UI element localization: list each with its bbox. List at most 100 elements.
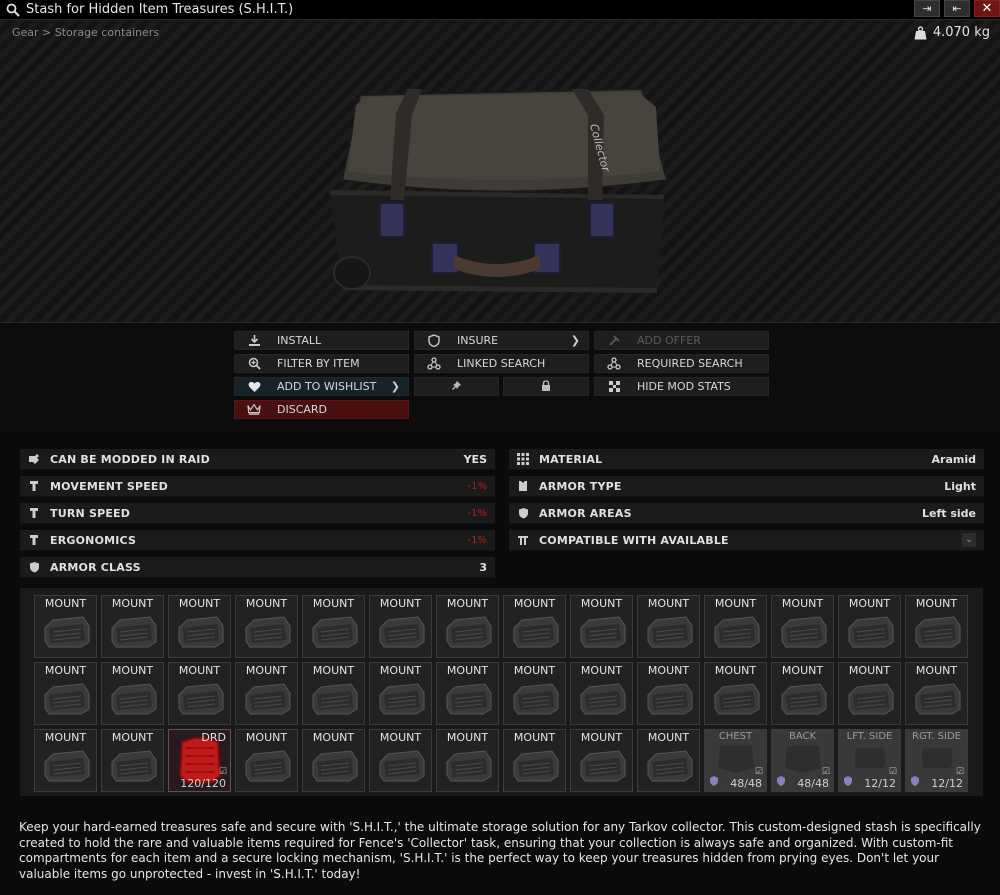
slot-mount[interactable]: MOUNT	[503, 662, 566, 725]
slot-drd[interactable]: DRD ☑ 120/120	[168, 729, 231, 792]
slot-label: MOUNT	[178, 597, 221, 610]
slot-mount[interactable]: MOUNT	[101, 595, 164, 658]
slot-armor-plate[interactable]: BACK ☑ 48/48	[771, 729, 834, 792]
slot-mount[interactable]: MOUNT	[637, 729, 700, 792]
slot-mount[interactable]: MOUNT	[168, 595, 231, 658]
lock-button[interactable]	[503, 377, 589, 396]
weight-stat-icon	[28, 480, 40, 492]
slot-label: MOUNT	[647, 597, 690, 610]
slot-mount[interactable]: MOUNT	[34, 595, 97, 658]
slot-mount[interactable]: MOUNT	[34, 662, 97, 725]
weight-value: 4.070 kg	[932, 25, 990, 40]
slot-mount[interactable]: MOUNT	[369, 595, 432, 658]
slot-label: MOUNT	[245, 731, 288, 744]
breadcrumb[interactable]: Gear > Storage containers	[12, 26, 159, 39]
insure-button[interactable]: INSURE ❯	[414, 331, 589, 350]
slot-mount[interactable]: MOUNT	[369, 662, 432, 725]
required-search-label: REQUIRED SEARCH	[637, 357, 743, 370]
slot-mount[interactable]: MOUNT	[570, 662, 633, 725]
slot-mount[interactable]: MOUNT	[637, 595, 700, 658]
slot-mount[interactable]: MOUNT	[436, 662, 499, 725]
slot-armor-plate[interactable]: LFT. SIDE ☑ 12/12	[838, 729, 901, 792]
slot-mount[interactable]: MOUNT	[771, 595, 834, 658]
check-icon: ☑	[955, 767, 964, 777]
slot-mount[interactable]: MOUNT	[905, 662, 968, 725]
slot-mount[interactable]: MOUNT	[436, 729, 499, 792]
stat-name: ERGONOMICS	[50, 533, 137, 547]
slot-mount[interactable]: MOUNT	[570, 729, 633, 792]
slot-label: MOUNT	[513, 597, 556, 610]
slot-mount[interactable]: MOUNT	[503, 595, 566, 658]
mount-icon	[244, 681, 292, 720]
slot-armor-plate[interactable]: CHEST ☑ 48/48	[704, 729, 767, 792]
slot-mount[interactable]: MOUNT	[704, 595, 767, 658]
mount-icon	[579, 614, 627, 653]
required-search-button[interactable]: REQUIRED SEARCH	[594, 354, 769, 373]
stat-compatible-with-available[interactable]: COMPATIBLE WITH AVAILABLE ⌄	[509, 530, 984, 551]
slot-mount[interactable]: MOUNT	[302, 595, 365, 658]
slot-label: MOUNT	[379, 664, 422, 677]
slot-mount[interactable]: MOUNT	[168, 662, 231, 725]
chevron-right-icon: ❯	[390, 380, 400, 393]
check-icon: ☑	[888, 767, 897, 777]
slot-armor-plate[interactable]: RGT. SIDE ☑ 12/12	[905, 729, 968, 792]
add-to-wishlist-label: ADD TO WISHLIST	[277, 380, 377, 393]
slot-label: MOUNT	[580, 597, 623, 610]
linked-search-button[interactable]: LINKED SEARCH	[414, 354, 589, 373]
slot-label: MOUNT	[111, 664, 154, 677]
slot-label: MOUNT	[580, 664, 623, 677]
slot-mount[interactable]: MOUNT	[34, 729, 97, 792]
slot-mount[interactable]: MOUNT	[436, 595, 499, 658]
add-offer-button[interactable]: ADD OFFER	[594, 331, 769, 350]
slot-durability: 48/48	[730, 777, 762, 790]
slot-mount[interactable]: MOUNT	[235, 729, 298, 792]
mount-icon	[914, 614, 962, 653]
mount-icon	[311, 681, 359, 720]
hide-mod-stats-button[interactable]: HIDE MOD STATS	[594, 377, 769, 396]
slot-mount[interactable]: MOUNT	[570, 595, 633, 658]
weight-icon	[914, 25, 927, 39]
slot-label: MOUNT	[379, 597, 422, 610]
slot-mount[interactable]: MOUNT	[235, 662, 298, 725]
grid-icon	[517, 453, 529, 465]
mount-icon	[378, 681, 426, 720]
slot-mount[interactable]: MOUNT	[838, 662, 901, 725]
slot-mount[interactable]: MOUNT	[302, 729, 365, 792]
stat-can-be-modded: CAN BE MODDED IN RAID YES	[20, 449, 495, 470]
install-button[interactable]: INSTALL	[234, 331, 409, 350]
mount-icon	[780, 614, 828, 653]
slot-mount[interactable]: MOUNT	[302, 662, 365, 725]
chevron-down-icon[interactable]: ⌄	[962, 533, 976, 547]
shield-icon	[844, 775, 852, 789]
slot-mount[interactable]: MOUNT	[101, 662, 164, 725]
slot-mount[interactable]: MOUNT	[838, 595, 901, 658]
add-to-wishlist-button[interactable]: ADD TO WISHLIST ❯	[234, 377, 409, 396]
slot-label: MOUNT	[781, 664, 824, 677]
filter-by-item-label: FILTER BY ITEM	[277, 357, 360, 370]
stat-value: 3	[479, 560, 487, 574]
shield-icon	[710, 775, 718, 789]
close-button[interactable]: ✕	[974, 0, 1000, 17]
filter-by-item-button[interactable]: FILTER BY ITEM	[234, 354, 409, 373]
slot-mount[interactable]: MOUNT	[101, 729, 164, 792]
pin-icon	[451, 380, 462, 394]
magnifier-plus-icon	[247, 357, 261, 371]
slot-mount[interactable]: MOUNT	[369, 729, 432, 792]
slot-mount[interactable]: MOUNT	[704, 662, 767, 725]
weight-readout: 4.070 kg	[914, 25, 990, 40]
slot-mount[interactable]: MOUNT	[771, 662, 834, 725]
hide-mod-stats-label: HIDE MOD STATS	[637, 380, 731, 393]
mount-icon	[43, 681, 91, 720]
slot-mount[interactable]: MOUNT	[905, 595, 968, 658]
slot-mount[interactable]: MOUNT	[637, 662, 700, 725]
dock-left-button[interactable]: ⇥	[914, 0, 940, 17]
hammer-icon	[607, 334, 621, 348]
stat-name: ARMOR CLASS	[50, 560, 141, 574]
slot-mount[interactable]: MOUNT	[235, 595, 298, 658]
slot-mount[interactable]: MOUNT	[503, 729, 566, 792]
slot-label: MOUNT	[245, 664, 288, 677]
pin-button[interactable]	[414, 377, 499, 396]
slot-label: MOUNT	[446, 597, 489, 610]
dock-right-button[interactable]: ⇤	[944, 0, 970, 17]
discard-button[interactable]: DISCARD	[234, 400, 409, 419]
